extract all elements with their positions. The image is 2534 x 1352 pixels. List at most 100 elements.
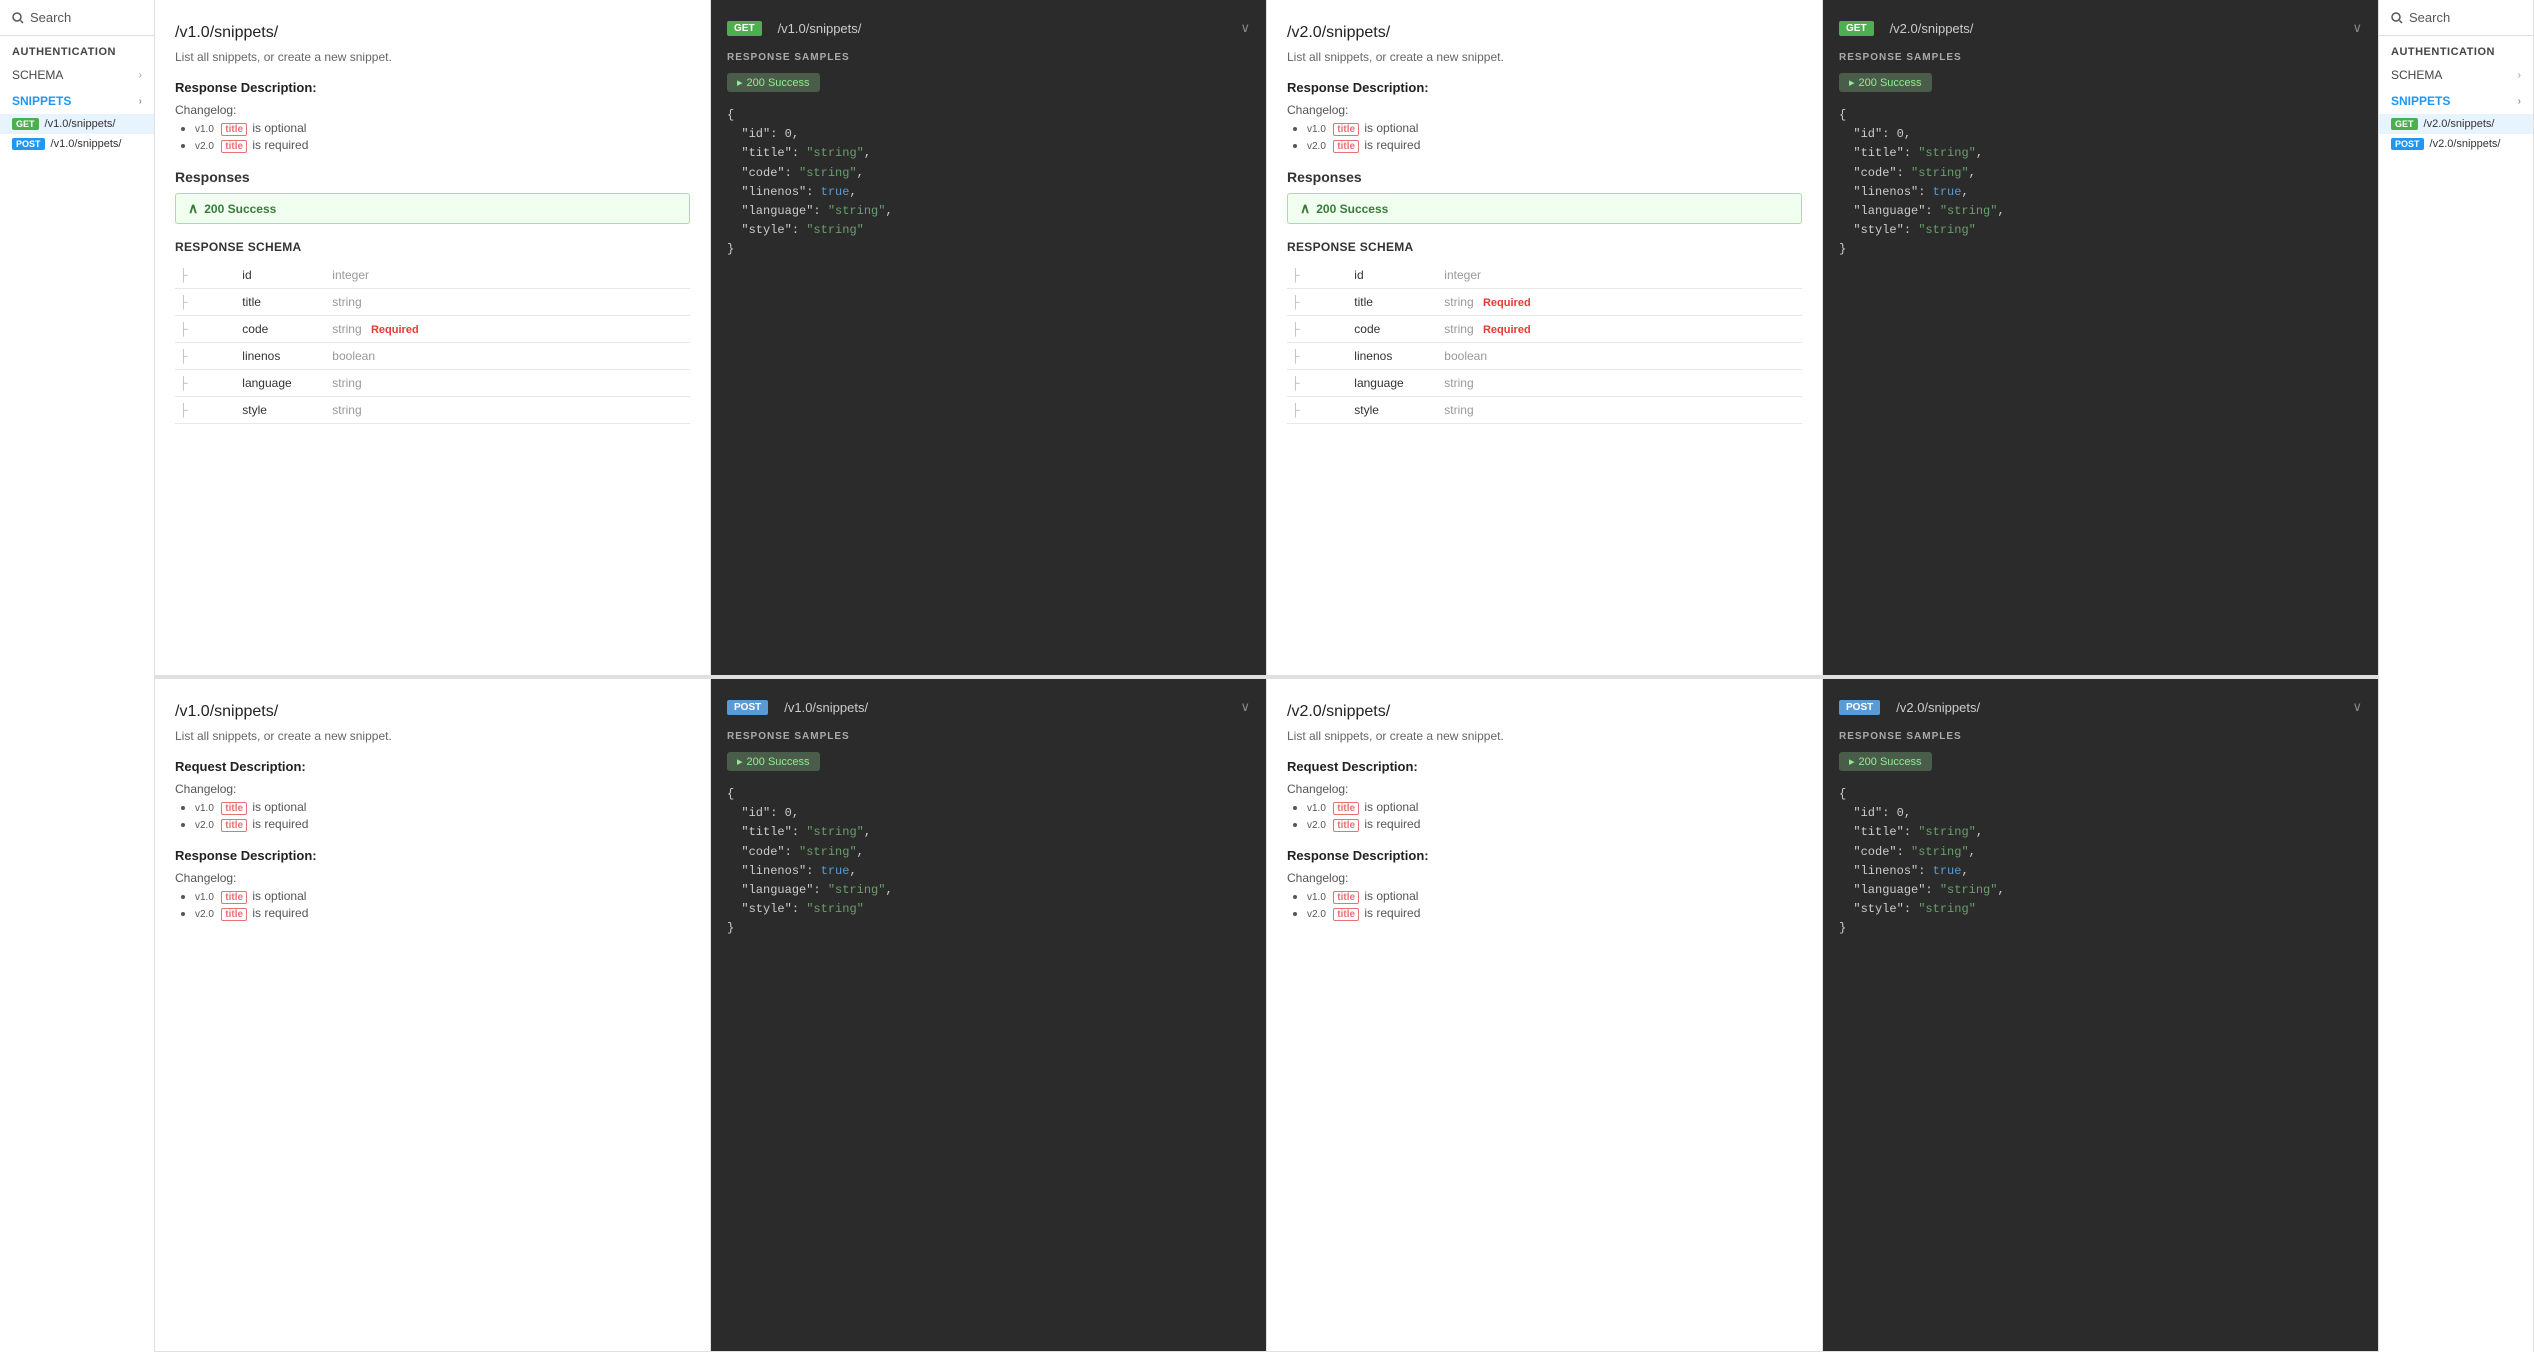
sidebar-right: Search AUTHENTICATION SCHEMA › SNIPPETS … — [2379, 0, 2534, 1352]
v1-post-desc: List all snippets, or create a new snipp… — [175, 729, 690, 743]
schema-row-style: ├ style string — [175, 397, 690, 424]
v2-post-resp-title: Response Description: — [1287, 848, 1802, 863]
v2-get-method-badge: GET — [1839, 21, 1874, 36]
v2-v2-badge: v2.0 — [1307, 141, 1326, 152]
sidebar-search[interactable]: Search — [0, 0, 154, 36]
required-badge: Required — [371, 324, 419, 336]
v2-get-200-response[interactable]: 200 Success — [1287, 193, 1802, 224]
row-post: /v1.0/snippets/ List all snippets, or cr… — [155, 676, 2379, 1352]
v1-post-v1-badge: v1.0 — [195, 803, 214, 814]
v2-get-panel: /v2.0/snippets/ List all snippets, or cr… — [1267, 0, 1823, 676]
sidebar-v1-get[interactable]: GET /v1.0/snippets/ — [0, 114, 154, 134]
schema-chevron-right-icon: › — [2518, 70, 2521, 81]
schema-row-linenos: ├ linenos boolean — [175, 343, 690, 370]
note-1: is optional — [252, 121, 306, 135]
v2-schema-row-style: ├ style string — [1287, 397, 1802, 424]
v2-get-sidebar-badge: GET — [2391, 118, 2418, 130]
main-content: /v1.0/snippets/ List all snippets, or cr… — [155, 0, 2379, 1352]
v2-get-endpoint-path: /v2.0/snippets/ — [1890, 21, 1974, 36]
schema-row-language: ├ language string — [175, 370, 690, 397]
title-badge-2: title — [221, 140, 247, 153]
sidebar-v1-post[interactable]: POST /v1.0/snippets/ — [0, 134, 154, 154]
sidebar-right-schema[interactable]: SCHEMA › — [2379, 62, 2533, 88]
v2-get-success-badge[interactable]: 200 Success — [1839, 73, 1932, 92]
v1-post-method-badge: POST — [727, 700, 768, 715]
v2-schema-row-language: ├ language string — [1287, 370, 1802, 397]
snippets-chevron-icon: › — [139, 96, 142, 107]
schema-row-id: ├ id integer — [175, 262, 690, 289]
v2-post-note-2: is required — [1364, 817, 1420, 831]
v1-post-panel: /v1.0/snippets/ List all snippets, or cr… — [155, 679, 711, 1352]
v2-title-badge-1: title — [1333, 123, 1359, 136]
v1-get-resp-title: Response Description: — [175, 80, 690, 95]
v1-get-path: /v1.0/snippets/ — [45, 118, 116, 130]
v1-get-success-badge[interactable]: 200 Success — [727, 73, 820, 92]
v2-get-responses-label: Responses — [1287, 169, 1802, 185]
title-badge-1: title — [221, 123, 247, 136]
v1-post-dark-panel: POST /v1.0/snippets/ ∨ RESPONSE SAMPLES … — [711, 679, 1267, 1352]
search-label: Search — [30, 10, 71, 25]
v1-post-resp-v2-badge: v2.0 — [195, 909, 214, 920]
v1-post-resp-samples-label: RESPONSE SAMPLES — [727, 731, 1250, 742]
v2-get-changelog-label: Changelog: — [1287, 103, 1802, 117]
sidebar-right-search[interactable]: Search — [2379, 0, 2533, 36]
v2-schema-row-linenos: ├ linenos boolean — [1287, 343, 1802, 370]
v1-post-success-badge[interactable]: 200 Success — [727, 752, 820, 771]
v2-post-dark-panel: POST /v2.0/snippets/ ∨ RESPONSE SAMPLES … — [1823, 679, 2379, 1352]
v1-get-schema-table: ├ id integer ├ title string ├ code strin… — [175, 262, 690, 424]
v2-get-desc: List all snippets, or create a new snipp… — [1287, 50, 1802, 64]
sidebar-v2-post[interactable]: POST /v2.0/snippets/ — [2379, 134, 2533, 154]
v1-post-resp-item-1: v1.0 title is optional — [195, 889, 690, 904]
v2-get-sidebar-path: /v2.0/snippets/ — [2424, 118, 2495, 130]
search-icon-right — [2391, 12, 2403, 24]
v1-get-200-response[interactable]: 200 Success — [175, 193, 690, 224]
v1-post-resp-changelog-label: Changelog: — [175, 871, 690, 885]
sidebar-schema[interactable]: SCHEMA › — [0, 62, 154, 88]
v1-get-dark-chevron[interactable]: ∨ — [1240, 20, 1250, 36]
v1-post-resp-title-badge-1: title — [221, 891, 247, 904]
v1-get-changelog-label: Changelog: — [175, 103, 690, 117]
v1-post-resp-item-2: v2.0 title is required — [195, 906, 690, 921]
v1-post-v2-badge: v2.0 — [195, 820, 214, 831]
sidebar-left: Search AUTHENTICATION SCHEMA › SNIPPETS … — [0, 0, 155, 1352]
v1-post-resp-note-1: is optional — [252, 889, 306, 903]
v2-post-endpoint-path: /v2.0/snippets/ — [1896, 700, 1980, 715]
v2-v1-badge: v1.0 — [1307, 124, 1326, 135]
v2-post-resp-samples-label: RESPONSE SAMPLES — [1839, 731, 2362, 742]
v2-get-resp-samples-label: RESPONSE SAMPLES — [1839, 52, 2362, 63]
v2-get-title: /v2.0/snippets/ — [1287, 24, 1802, 42]
v2-badge: v2.0 — [195, 141, 214, 152]
v1-post-dark-chevron[interactable]: ∨ — [1240, 699, 1250, 715]
v2-post-resp-changelog: v1.0 title is optional v2.0 title is req… — [1287, 889, 1802, 921]
v2-schema-row-id: ├ id integer — [1287, 262, 1802, 289]
v1-post-resp-title-badge-2: title — [221, 908, 247, 921]
v2-post-v2-badge: v2.0 — [1307, 820, 1326, 831]
v1-get-title: /v1.0/snippets/ — [175, 24, 690, 42]
post-badge: POST — [12, 138, 45, 150]
v2-get-dark-panel: GET /v2.0/snippets/ ∨ RESPONSE SAMPLES 2… — [1823, 0, 2379, 676]
sidebar-right-snippets[interactable]: SNIPPETS › — [2379, 88, 2533, 114]
v1-get-code-block: { "id": 0, "title": "string", "code": "s… — [727, 106, 1250, 260]
v2-note-1: is optional — [1364, 121, 1418, 135]
v2-post-req-changelog-label: Changelog: — [1287, 782, 1802, 796]
v1-get-method-badge: GET — [727, 21, 762, 36]
sidebar-right-auth[interactable]: AUTHENTICATION — [2379, 36, 2533, 62]
sidebar-snippets[interactable]: SNIPPETS › — [0, 88, 154, 114]
v1-get-desc: List all snippets, or create a new snipp… — [175, 50, 690, 64]
v2-post-success-badge[interactable]: 200 Success — [1839, 752, 1932, 771]
v2-get-dark-chevron[interactable]: ∨ — [2352, 20, 2362, 36]
v2-post-sidebar-path: /v2.0/snippets/ — [2430, 138, 2501, 150]
sidebar-auth[interactable]: AUTHENTICATION — [0, 36, 154, 62]
v2-post-dark-chevron[interactable]: ∨ — [2352, 699, 2362, 715]
v2-schema-row-code: ├ code string Required — [1287, 316, 1802, 343]
v1-post-code-block: { "id": 0, "title": "string", "code": "s… — [727, 785, 1250, 939]
v2-post-req-item-1: v1.0 title is optional — [1307, 800, 1802, 815]
v1-get-responses-label: Responses — [175, 169, 690, 185]
v2-title-required: Required — [1483, 297, 1531, 309]
v2-post-resp-v2-badge: v2.0 — [1307, 909, 1326, 920]
v2-post-resp-title-badge-1: title — [1333, 891, 1359, 904]
get-badge: GET — [12, 118, 39, 130]
v1-get-panel: /v1.0/snippets/ List all snippets, or cr… — [155, 0, 711, 676]
sidebar-v2-get[interactable]: GET /v2.0/snippets/ — [2379, 114, 2533, 134]
v2-post-panel: /v2.0/snippets/ List all snippets, or cr… — [1267, 679, 1823, 1352]
